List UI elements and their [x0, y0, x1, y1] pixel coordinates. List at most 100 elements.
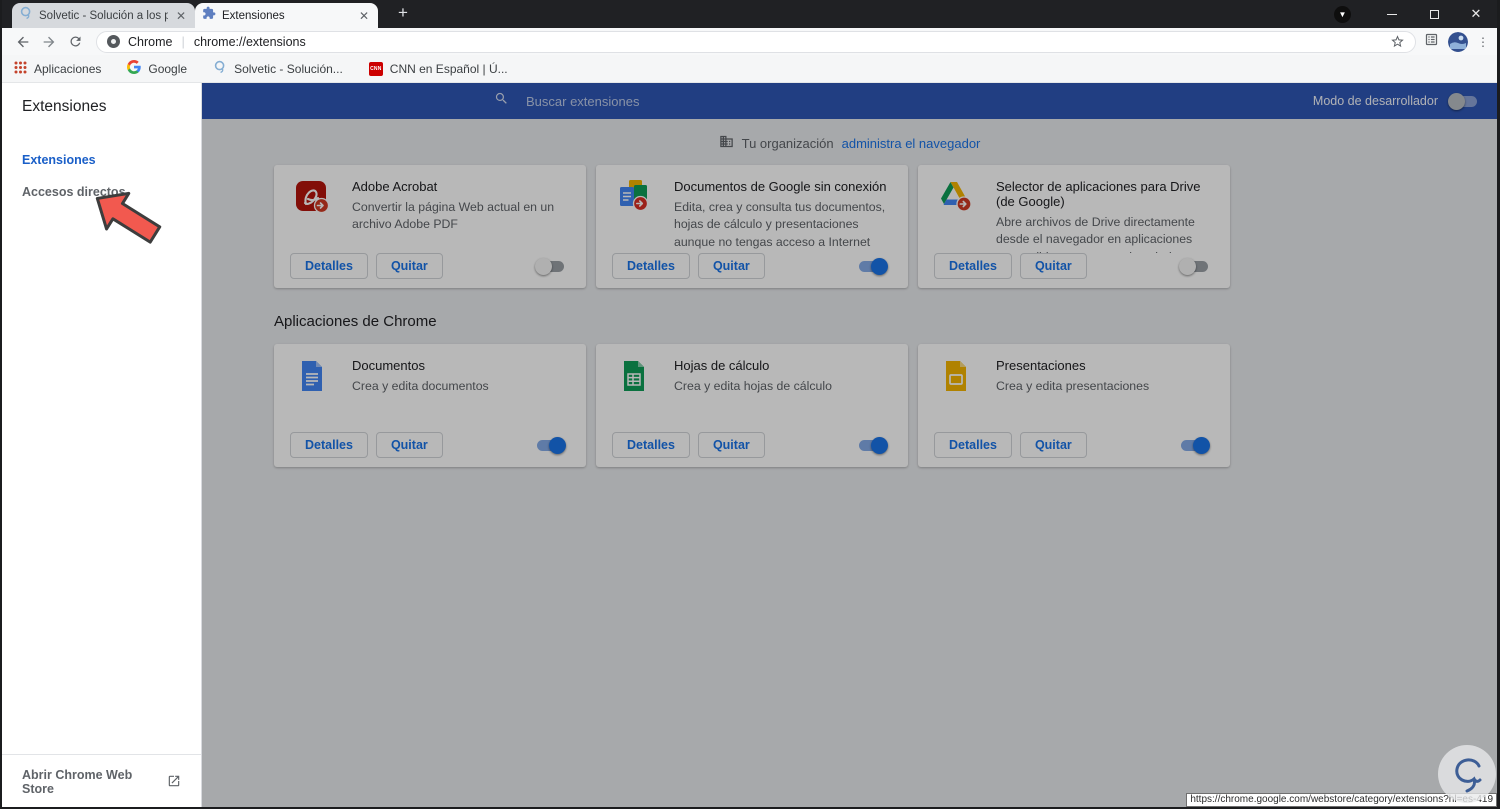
app-description: Crea y edita hojas de cálculo [674, 379, 832, 393]
reload-icon[interactable] [62, 30, 88, 54]
tab-title: Extensiones [222, 9, 285, 22]
developer-mode-control: Modo de desarrollador [1313, 92, 1497, 110]
managed-browser-banner: Tu organización administra el navegador [202, 119, 1497, 165]
browser-window: Solvetic - Solución a los problem ✕ Exte… [0, 0, 1500, 809]
details-button[interactable]: Detalles [934, 432, 1012, 458]
organization-building-icon [719, 134, 734, 152]
browser-toolbar: Chrome | chrome://extensions ⋮ [2, 28, 1497, 55]
new-tab-button[interactable]: + [392, 3, 414, 23]
extensions-page: Extensiones Extensiones Accesos directos… [2, 83, 1497, 807]
profile-avatar[interactable] [1448, 31, 1468, 52]
extension-name: Adobe Acrobat [352, 179, 438, 194]
remove-button[interactable]: Quitar [375, 432, 443, 458]
remove-button[interactable]: Quitar [1019, 253, 1087, 279]
bookmark-cnn[interactable]: CNN CNN en Español | Ú... [368, 61, 508, 76]
solvetic-icon [213, 60, 227, 77]
extension-description: Edita, crea y consulta tus documentos, h… [674, 200, 886, 249]
remove-button[interactable]: Quitar [697, 253, 765, 279]
app-card-slides: Presentaciones Crea y edita presentacion… [918, 344, 1230, 467]
extension-toggle[interactable] [1179, 257, 1208, 275]
bookmark-solvetic[interactable]: Solvetic - Solución... [213, 60, 343, 77]
address-url: chrome://extensions [193, 34, 306, 49]
google-docs-icon [294, 358, 330, 394]
search-placeholder: Buscar extensiones [526, 93, 640, 109]
app-name: Presentaciones [996, 358, 1086, 373]
extension-name: Documentos de Google sin conexión [674, 179, 887, 194]
extension-description: Abre archivos de Drive directamente desd… [996, 215, 1202, 253]
back-icon[interactable] [10, 30, 36, 54]
extension-card-drive-selector: Selector de aplicaciones para Drive (de … [918, 165, 1230, 288]
app-description: Crea y edita documentos [352, 379, 489, 393]
chrome-apps-section-title: Aplicaciones de Chrome [274, 313, 437, 330]
extensions-row: Adobe Acrobat Convertir la página Web ac… [274, 165, 1232, 288]
window-controls: ▼ ✕ [1334, 0, 1497, 28]
tab-extensions[interactable]: Extensiones ✕ [195, 3, 378, 28]
drive-app-selector-icon [938, 179, 974, 215]
sidebar-item-extensions[interactable]: Extensiones [2, 144, 201, 176]
search-field[interactable]: Buscar extensiones [494, 91, 639, 111]
remove-button[interactable]: Quitar [697, 432, 765, 458]
extensions-toolbar: Buscar extensiones Modo de desarrollador [202, 83, 1497, 119]
managed-text: Tu organización [741, 135, 834, 151]
tab-strip: Solvetic - Solución a los problem ✕ Exte… [2, 0, 1497, 28]
extension-name: Selector de aplicaciones para Drive (de … [996, 179, 1201, 209]
chrome-site-icon [107, 35, 120, 48]
adobe-acrobat-icon [294, 179, 330, 215]
remove-button[interactable]: Quitar [375, 253, 443, 279]
app-toggle[interactable] [859, 436, 888, 454]
bookmark-label: Google [148, 61, 188, 76]
tab-title: Solvetic - Solución a los problem [39, 9, 168, 22]
app-toggle[interactable] [537, 436, 566, 454]
bookmark-star-icon[interactable] [1390, 34, 1405, 49]
extension-toggle[interactable] [535, 257, 564, 275]
details-button[interactable]: Detalles [934, 253, 1012, 279]
update-indicator-icon[interactable]: ▼ [1334, 5, 1351, 23]
apps-grid-icon [14, 61, 27, 77]
apps-row: Documentos Crea y edita documentos Detal… [274, 344, 1232, 467]
details-button[interactable]: Detalles [290, 432, 368, 458]
details-button[interactable]: Detalles [612, 253, 690, 279]
extension-description: Convertir la página Web actual en un arc… [352, 200, 555, 232]
restore-button[interactable] [1413, 0, 1455, 28]
extension-toggle[interactable] [859, 257, 888, 275]
tab-close-icon[interactable]: ✕ [357, 9, 371, 23]
app-description: Crea y edita presentaciones [996, 379, 1150, 393]
app-card-sheets: Hojas de cálculo Crea y edita hojas de c… [596, 344, 908, 467]
forward-icon[interactable] [36, 30, 62, 54]
app-name: Hojas de cálculo [674, 358, 770, 373]
extensions-main: Buscar extensiones Modo de desarrollador… [202, 83, 1497, 807]
extensions-sidebar: Extensiones Extensiones Accesos directos… [2, 83, 202, 807]
bookmark-label: CNN en Español | Ú... [389, 61, 508, 76]
extensions-content: Tu organización administra el navegador [202, 119, 1497, 807]
address-separator: | [181, 34, 185, 49]
details-button[interactable]: Detalles [290, 253, 368, 279]
details-button[interactable]: Detalles [612, 432, 690, 458]
tab-solvetic[interactable]: Solvetic - Solución a los problem ✕ [12, 3, 195, 28]
bookmark-apps[interactable]: Aplicaciones [14, 61, 101, 77]
open-in-new-icon [167, 774, 181, 791]
menu-kebab-icon[interactable]: ⋮ [1477, 36, 1489, 48]
cnn-icon: CNN [368, 61, 383, 76]
side-panel-icon[interactable] [1424, 32, 1439, 52]
close-button[interactable]: ✕ [1455, 0, 1497, 28]
toolbar-right-icons: ⋮ [1424, 31, 1489, 52]
remove-button[interactable]: Quitar [1019, 432, 1087, 458]
managed-link[interactable]: administra el navegador [842, 136, 981, 151]
developer-mode-toggle[interactable] [1448, 92, 1477, 110]
google-docs-offline-icon [616, 179, 652, 215]
bookmark-label: Aplicaciones [34, 61, 102, 76]
app-toggle[interactable] [1181, 436, 1210, 454]
tab-close-icon[interactable]: ✕ [174, 9, 188, 23]
app-card-docs: Documentos Crea y edita documentos Detal… [274, 344, 586, 467]
site-label: Chrome [128, 34, 173, 49]
search-icon [494, 91, 509, 111]
app-name: Documentos [352, 358, 425, 373]
puzzle-icon [202, 6, 216, 25]
bookmarks-bar: Aplicaciones Google Solvetic - Solución.… [2, 55, 1497, 83]
solvetic-watermark [1438, 745, 1496, 803]
minimize-button[interactable] [1371, 0, 1413, 28]
address-bar[interactable]: Chrome | chrome://extensions [96, 30, 1416, 53]
open-webstore-link[interactable]: Abrir Chrome Web Store [2, 754, 201, 807]
google-g-icon [127, 60, 142, 77]
bookmark-google[interactable]: Google [127, 60, 187, 77]
